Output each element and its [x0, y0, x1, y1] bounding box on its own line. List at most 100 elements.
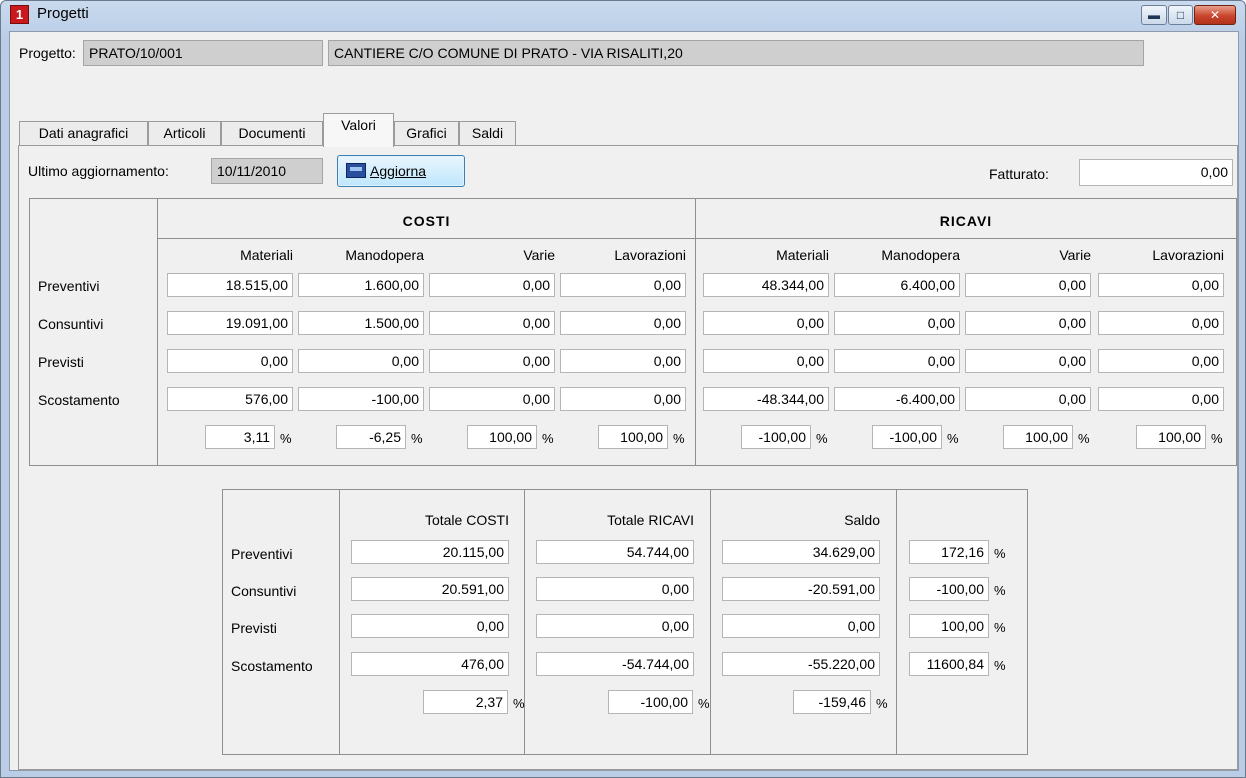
totali-ricavi-field[interactable]: 0,00	[536, 614, 694, 638]
title-bar[interactable]: 1 Progetti ▬ □ ✕	[1, 1, 1245, 31]
costi-percent-field[interactable]: 100,00	[598, 425, 668, 449]
totali-saldo-field[interactable]: -20.591,00	[722, 577, 880, 601]
totali-row-label: Previsti	[231, 620, 277, 636]
ricavi-previsti-field[interactable]: 0,00	[1098, 349, 1224, 373]
ricavi-preventivi-field[interactable]: 6.400,00	[834, 273, 960, 297]
ricavi-scostamento-field[interactable]: 0,00	[965, 387, 1091, 411]
ricavi-scostamento-field[interactable]: -6.400,00	[834, 387, 960, 411]
saldo-percent-field[interactable]: 172,16	[909, 540, 989, 564]
costi-consuntivi-field[interactable]: 0,00	[560, 311, 686, 335]
costi-preventivi-field[interactable]: 1.600,00	[298, 273, 424, 297]
close-button[interactable]: ✕	[1194, 5, 1236, 25]
totali-divider-1	[524, 490, 525, 754]
window-title: Progetti	[37, 5, 89, 22]
ricavi-previsti-field[interactable]: 0,00	[965, 349, 1091, 373]
ricavi-previsti-field[interactable]: 0,00	[703, 349, 829, 373]
costi-previsti-field[interactable]: 0,00	[560, 349, 686, 373]
ricavi-consuntivi-field[interactable]: 0,00	[1098, 311, 1224, 335]
fatturato-label: Fatturato:	[989, 166, 1049, 182]
fatturato-field[interactable]: 0,00	[1079, 159, 1233, 186]
minimize-icon: ▬	[1148, 8, 1160, 22]
costi-percent-field[interactable]: 3,11	[205, 425, 275, 449]
ricavi-percent-field[interactable]: -100,00	[872, 425, 942, 449]
saldo-percent-field[interactable]: -100,00	[909, 577, 989, 601]
costi-scostamento-field[interactable]: 0,00	[560, 387, 686, 411]
ultimo-aggiornamento-field[interactable]: 10/11/2010	[211, 158, 323, 184]
progetti-window: 1 Progetti ▬ □ ✕ Progetto: PRATO/10/001 …	[0, 0, 1246, 778]
project-code-field[interactable]: PRATO/10/001	[83, 40, 323, 66]
totali-saldo-field[interactable]: -55.220,00	[722, 652, 880, 676]
totali-ricavi-field[interactable]: 0,00	[536, 577, 694, 601]
ricavi-previsti-field[interactable]: 0,00	[834, 349, 960, 373]
totali-costi-percent-field[interactable]: 2,37	[423, 690, 508, 714]
maximize-button[interactable]: □	[1168, 5, 1193, 25]
project-description-field[interactable]: CANTIERE C/O COMUNE DI PRATO - VIA RISAL…	[328, 40, 1144, 66]
totali-costi-field[interactable]: 476,00	[351, 652, 509, 676]
costi-preventivi-field[interactable]: 0,00	[560, 273, 686, 297]
totali-row-label: Preventivi	[231, 546, 293, 562]
totali-divider-0	[339, 490, 340, 754]
saldo-percent-field[interactable]: 100,00	[909, 614, 989, 638]
costi-scostamento-field[interactable]: -100,00	[298, 387, 424, 411]
totali-costi-field[interactable]: 20.591,00	[351, 577, 509, 601]
costi-percent-sign: %	[280, 431, 292, 446]
ricavi-percent-field[interactable]: -100,00	[741, 425, 811, 449]
ricavi-scostamento-field[interactable]: -48.344,00	[703, 387, 829, 411]
ricavi-preventivi-field[interactable]: 48.344,00	[703, 273, 829, 297]
costi-consuntivi-field[interactable]: 0,00	[429, 311, 555, 335]
totali-saldo-percent-field[interactable]: -159,46	[793, 690, 871, 714]
grid-header-line	[157, 238, 1237, 239]
app-icon: 1	[10, 5, 29, 24]
ricavi-scostamento-field[interactable]: 0,00	[1098, 387, 1224, 411]
tab-saldi[interactable]: Saldi	[459, 121, 516, 146]
aggiorna-button[interactable]: Aggiorna	[337, 155, 465, 187]
ricavi-preventivi-field[interactable]: 0,00	[965, 273, 1091, 297]
tab-grafici[interactable]: Grafici	[394, 121, 459, 146]
tab-dati-anagrafici[interactable]: Dati anagrafici	[19, 121, 148, 146]
costi-percent-sign: %	[673, 431, 685, 446]
costi-percent-field[interactable]: 100,00	[467, 425, 537, 449]
ricavi-consuntivi-field[interactable]: 0,00	[965, 311, 1091, 335]
minimize-button[interactable]: ▬	[1141, 5, 1167, 25]
totali-costi-field[interactable]: 0,00	[351, 614, 509, 638]
ricavi-consuntivi-field[interactable]: 0,00	[703, 311, 829, 335]
costi-preventivi-field[interactable]: 18.515,00	[167, 273, 293, 297]
ricavi-percent-field[interactable]: 100,00	[1003, 425, 1073, 449]
totali-saldo-field[interactable]: 0,00	[722, 614, 880, 638]
ricavi-consuntivi-field[interactable]: 0,00	[834, 311, 960, 335]
project-label: Progetto:	[19, 45, 76, 61]
costi-preventivi-field[interactable]: 0,00	[429, 273, 555, 297]
ricavi-percent-field[interactable]: 100,00	[1136, 425, 1206, 449]
saldo-percent-field[interactable]: 11600,84	[909, 652, 989, 676]
totali-ricavi-field[interactable]: 54.744,00	[536, 540, 694, 564]
ricavi-preventivi-field[interactable]: 0,00	[1098, 273, 1224, 297]
totale-saldo-header: Saldo	[844, 512, 880, 528]
tab-articoli[interactable]: Articoli	[148, 121, 221, 146]
costi-percent-field[interactable]: -6,25	[336, 425, 406, 449]
ricavi-col-header: Varie	[1059, 247, 1091, 263]
costi-previsti-field[interactable]: 0,00	[298, 349, 424, 373]
costi-ricavi-grid: COSTI RICAVI Preventivi Consuntivi Previsti S…	[29, 198, 1237, 466]
totali-saldo-percent-sign: %	[876, 696, 888, 711]
maximize-icon: □	[1176, 8, 1185, 22]
totali-ricavi-field[interactable]: -54.744,00	[536, 652, 694, 676]
totali-saldo-field[interactable]: 34.629,00	[722, 540, 880, 564]
tab-valori[interactable]: Valori	[323, 113, 394, 147]
costi-scostamento-field[interactable]: 576,00	[167, 387, 293, 411]
costi-previsti-field[interactable]: 0,00	[429, 349, 555, 373]
totali-costi-percent-sign: %	[513, 696, 525, 711]
row-label-previsti: Previsti	[38, 354, 84, 370]
costi-consuntivi-field[interactable]: 19.091,00	[167, 311, 293, 335]
tab-documenti[interactable]: Documenti	[221, 121, 323, 146]
ricavi-title: RICAVI	[939, 213, 993, 229]
tab-strip: Dati anagrafici Articoli Documenti Valor…	[10, 110, 1238, 147]
costi-col-header: Materiali	[240, 247, 293, 263]
totali-ricavi-percent-field[interactable]: -100,00	[608, 690, 693, 714]
costi-previsti-field[interactable]: 0,00	[167, 349, 293, 373]
totali-costi-field[interactable]: 20.115,00	[351, 540, 509, 564]
totali-row-label: Scostamento	[231, 658, 313, 674]
costi-consuntivi-field[interactable]: 1.500,00	[298, 311, 424, 335]
costi-scostamento-field[interactable]: 0,00	[429, 387, 555, 411]
client-area: Progetto: PRATO/10/001 CANTIERE C/O COMU…	[9, 31, 1239, 771]
costi-col-header: Varie	[523, 247, 555, 263]
